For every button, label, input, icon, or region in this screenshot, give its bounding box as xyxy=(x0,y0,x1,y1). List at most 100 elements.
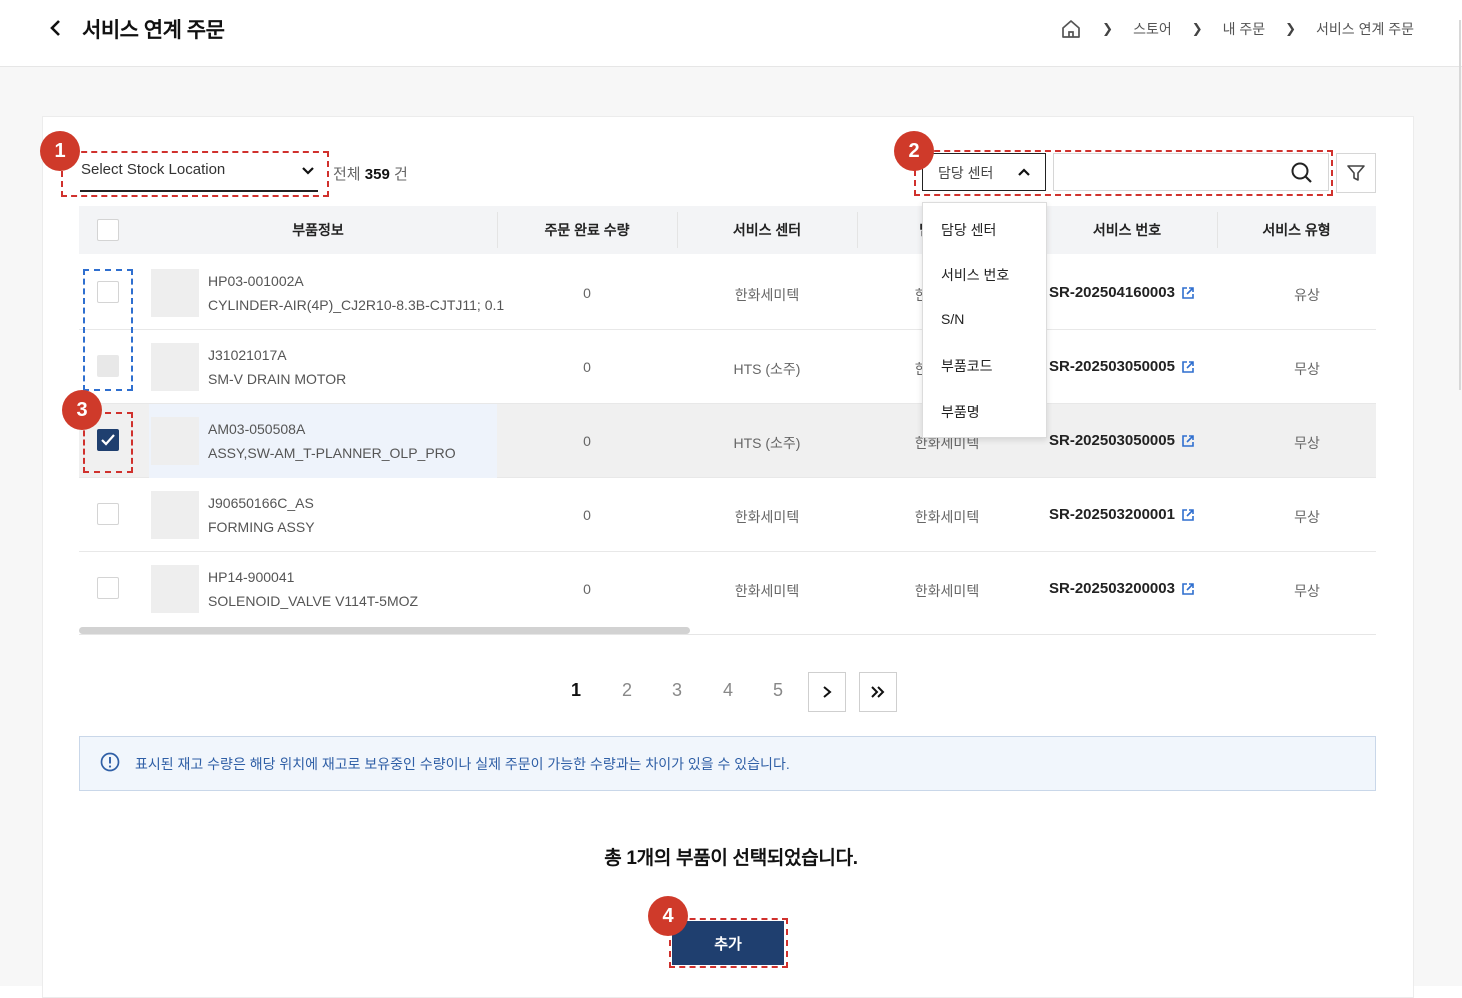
part-thumbnail xyxy=(151,417,199,465)
total-number: 359 xyxy=(364,166,390,183)
service-type: 무상 xyxy=(1294,435,1320,451)
part-code: HP14-900041 xyxy=(208,569,295,585)
part-code: AM03-050508A xyxy=(208,421,306,437)
page-5[interactable]: 5 xyxy=(768,680,788,701)
service-type: 무상 xyxy=(1294,509,1320,525)
service-number: SR-202503050005 xyxy=(1049,358,1175,375)
service-center: 한화세미텍 xyxy=(734,287,800,303)
table-bottom-border xyxy=(79,634,1376,635)
menu-item-assigned-center[interactable]: 담당 센터 xyxy=(941,220,996,240)
part-name: ASSY,SW-AM_T-PLANNER_OLP_PRO xyxy=(208,445,456,461)
service-number-link[interactable]: SR-202503200003 xyxy=(1049,580,1195,597)
annotation-badge-4: 4 xyxy=(648,896,688,936)
external-link-icon xyxy=(1182,360,1194,373)
service-number: SR-202504160003 xyxy=(1049,284,1175,301)
row-checkbox[interactable] xyxy=(97,577,119,599)
table-row[interactable]: HP03-001002A CYLINDER-AIR(4P)_CJ2R10-8.3… xyxy=(79,256,1376,330)
page-2[interactable]: 2 xyxy=(617,680,637,701)
part-thumbnail xyxy=(151,343,199,391)
service-number-link[interactable]: SR-202503200001 xyxy=(1049,506,1195,523)
chevron-right-icon: ❯ xyxy=(1285,21,1297,36)
back-arrow-icon[interactable] xyxy=(44,16,68,40)
external-link-icon xyxy=(1182,434,1194,447)
service-number-link[interactable]: SR-202503050005 xyxy=(1049,432,1195,449)
menu-item-serial-number[interactable]: S/N xyxy=(941,311,964,327)
annotation-badge-3: 3 xyxy=(62,390,102,430)
notice-text: 표시된 재고 수량은 해당 위치에 재고로 보유중인 수량이나 실제 주문이 가… xyxy=(135,756,790,772)
total-suffix: 건 xyxy=(393,166,408,183)
annotation-box-2 xyxy=(914,150,1333,196)
column-header: 서비스 번호 xyxy=(1092,222,1162,238)
order-qty: 0 xyxy=(583,581,591,597)
menu-item-part-code[interactable]: 부품코드 xyxy=(941,356,993,376)
chevron-right-icon: ❯ xyxy=(1102,21,1114,36)
selected-part-highlight xyxy=(149,404,497,478)
external-link-icon xyxy=(1182,582,1194,595)
part-code: HP03-001002A xyxy=(208,273,304,289)
annotation-box-disabled-rows xyxy=(83,269,133,391)
filter-icon xyxy=(1347,165,1365,181)
breadcrumb-item-my-orders[interactable]: 내 주문 xyxy=(1223,19,1266,39)
column-header: 서비스 센터 xyxy=(732,222,802,238)
assigned-center: 한화세미텍 xyxy=(914,509,980,525)
table-row-selected[interactable]: AM03-050508A ASSY,SW-AM_T-PLANNER_OLP_PR… xyxy=(79,404,1376,478)
table-header: 부품정보 주문 완료 수량 서비스 센터 담당 센터 서비스 번호 서비스 유형 xyxy=(79,206,1376,254)
service-center: 한화세미텍 xyxy=(734,509,800,525)
total-prefix: 전체 xyxy=(333,166,361,183)
table-row[interactable]: HP14-900041 SOLENOID_VALVE V114T-5MOZ 0 … xyxy=(79,552,1376,626)
page-title: 서비스 연계 주문 xyxy=(82,19,225,42)
table-row[interactable]: J90650166C_AS FORMING ASSY 0 한화세미텍 한화세미텍… xyxy=(79,478,1376,552)
page-4[interactable]: 4 xyxy=(718,680,738,701)
chevron-right-icon xyxy=(823,686,832,698)
annotation-box-1 xyxy=(61,151,329,197)
annotation-box-4 xyxy=(669,918,788,968)
service-type: 유상 xyxy=(1294,287,1320,303)
page-3[interactable]: 3 xyxy=(667,680,687,701)
part-name: SOLENOID_VALVE V114T-5MOZ xyxy=(208,593,419,609)
order-qty: 0 xyxy=(583,507,591,523)
search-field-menu: 담당 센터 서비스 번호 S/N 부품코드 부품명 xyxy=(922,202,1047,438)
column-header: 서비스 유형 xyxy=(1262,222,1331,238)
breadcrumb-item-current: 서비스 연계 주문 xyxy=(1316,21,1414,37)
select-all-checkbox[interactable] xyxy=(97,219,119,241)
info-icon xyxy=(100,752,120,772)
order-qty: 0 xyxy=(583,433,591,449)
column-header: 부품정보 xyxy=(292,222,344,238)
service-center: HTS (소주) xyxy=(733,435,801,451)
part-thumbnail xyxy=(151,269,199,317)
service-type: 무상 xyxy=(1294,361,1320,377)
part-thumbnail xyxy=(151,565,199,613)
home-icon[interactable] xyxy=(1060,18,1082,40)
last-page-button[interactable] xyxy=(859,672,897,712)
service-center: 한화세미텍 xyxy=(734,583,800,599)
part-thumbnail xyxy=(151,491,199,539)
next-page-button[interactable] xyxy=(808,672,846,712)
external-link-icon xyxy=(1182,508,1194,521)
table-row[interactable]: J31021017A SM-V DRAIN MOTOR 0 HTS (소주) 한… xyxy=(79,330,1376,404)
service-type: 무상 xyxy=(1294,583,1320,599)
service-number: SR-202503050005 xyxy=(1049,432,1175,449)
part-code: J90650166C_AS xyxy=(208,495,314,511)
row-checkbox[interactable] xyxy=(97,503,119,525)
horizontal-scrollbar[interactable] xyxy=(79,627,690,634)
menu-item-part-name[interactable]: 부품명 xyxy=(941,402,980,422)
service-number-link[interactable]: SR-202503050005 xyxy=(1049,358,1195,375)
annotation-badge-2: 2 xyxy=(894,131,934,171)
service-number: SR-202503200001 xyxy=(1049,506,1175,523)
part-name: SM-V DRAIN MOTOR xyxy=(208,371,347,387)
service-number-link[interactable]: SR-202504160003 xyxy=(1049,284,1195,301)
service-number: SR-202503200003 xyxy=(1049,580,1175,597)
part-name: CYLINDER-AIR(4P)_CJ2R10-8.3B-CJTJ11; 0.1 xyxy=(208,297,505,313)
column-header: 주문 완료 수량 xyxy=(544,222,630,238)
order-qty: 0 xyxy=(583,285,591,301)
chevron-right-icon: ❯ xyxy=(1191,21,1203,36)
breadcrumb-item-store[interactable]: 스토어 xyxy=(1133,19,1172,39)
breadcrumb: ❯ 스토어 ❯ 내 주문 ❯ 서비스 연계 주문 xyxy=(1060,18,1414,40)
page-scrollbar[interactable] xyxy=(1459,20,1461,390)
total-count: 전체 359 건 xyxy=(333,163,408,184)
annotation-badge-1: 1 xyxy=(40,131,80,171)
page-1[interactable]: 1 xyxy=(566,680,586,701)
menu-item-service-number[interactable]: 서비스 번호 xyxy=(941,265,1009,285)
part-name: FORMING ASSY xyxy=(208,519,315,535)
external-link-icon xyxy=(1182,286,1194,299)
